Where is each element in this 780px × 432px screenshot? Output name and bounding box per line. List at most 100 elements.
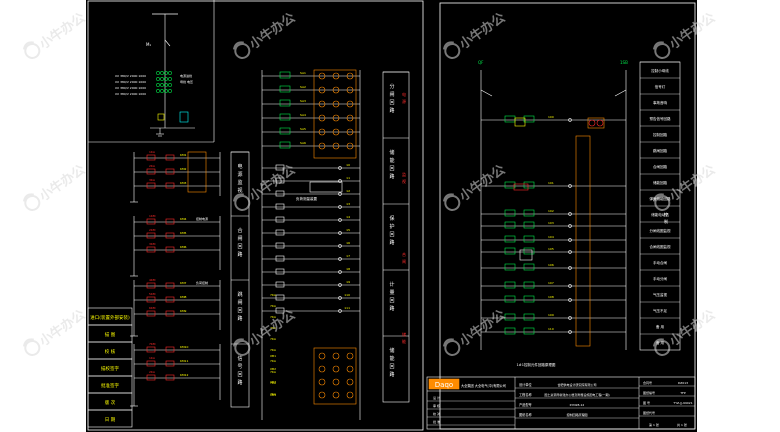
vertical-char: 量 bbox=[389, 289, 394, 296]
tb-field: 产品型号 bbox=[519, 402, 532, 407]
spec-line: XX 380/V 2000 1000 bbox=[115, 92, 146, 96]
terminal-number: 15 bbox=[346, 228, 350, 232]
cad-schematic-sheet: M₁ XX 380/V 2000 1000 XX 380/V 2000 1000 XX… bbox=[0, 0, 780, 432]
vertical-char: 回 bbox=[237, 308, 242, 314]
tb-right-value: DZ013 bbox=[678, 381, 688, 385]
vertical-char: 电 bbox=[237, 163, 242, 170]
title-row-text: 版 次 bbox=[105, 399, 116, 406]
terminal-number: 18 bbox=[346, 267, 350, 271]
left-terminal-tag: 7KA bbox=[270, 304, 277, 308]
vertical-char: 回 bbox=[389, 166, 394, 172]
vertical-char: 路 bbox=[389, 173, 394, 180]
vertical-char: 护 bbox=[389, 223, 394, 230]
left-terminal-tag: 7KA bbox=[270, 381, 277, 385]
vertical-char: 闸 bbox=[237, 299, 242, 306]
left-terminal-tag: 7KA bbox=[270, 293, 277, 297]
tb-field: 设计单位 bbox=[519, 382, 533, 387]
vertical-char: 能 bbox=[389, 355, 394, 362]
vertical-char: 闸 bbox=[237, 235, 242, 242]
coil-tag: KM10 bbox=[180, 345, 188, 349]
right-terminal-tag: 101 bbox=[548, 181, 554, 185]
vertical-char: 路 bbox=[389, 107, 394, 114]
legend-item: 预告信号回路 bbox=[650, 116, 671, 121]
terminal-number: 13 bbox=[346, 202, 350, 206]
coil-tag: KM2 bbox=[180, 167, 187, 171]
coil-tag: KM11 bbox=[180, 359, 188, 363]
tb-field: 工程名称 bbox=[519, 392, 533, 397]
tb-value: KYN28-12 bbox=[570, 403, 585, 407]
tb-right-field: 合同号 bbox=[643, 380, 652, 385]
vertical-char: 源 bbox=[402, 98, 406, 104]
vertical-char: 回 bbox=[237, 244, 242, 250]
coil-tag: KM3 bbox=[180, 181, 187, 185]
terminal-number: 16 bbox=[346, 241, 350, 245]
relay-tag: 3KA bbox=[149, 178, 156, 182]
legend-item: 分闸线圈监视 bbox=[650, 228, 671, 233]
legend-item: 跳闸回路 bbox=[653, 148, 667, 153]
terminal-tag: XB1 bbox=[270, 354, 276, 358]
tb-right-field: 图 号 bbox=[643, 400, 650, 405]
vertical-char: 储 bbox=[389, 149, 394, 156]
right-terminal-tag: 100 bbox=[548, 115, 554, 119]
right-terminal-tag: 105 bbox=[548, 247, 554, 251]
vertical-char: 控 bbox=[664, 211, 668, 217]
left-terminal-tag: 7KA bbox=[270, 348, 277, 352]
note-control-power: 控制电源 bbox=[196, 216, 208, 221]
vertical-char: 监 bbox=[402, 171, 406, 177]
vertical-char: 源 bbox=[237, 171, 242, 178]
contact-tag: SA1 bbox=[300, 71, 306, 75]
note-load-control: 负荷控制 bbox=[196, 280, 208, 285]
vertical-char: 闸 bbox=[402, 258, 406, 264]
contact-tag: SA4 bbox=[300, 113, 306, 117]
vertical-char: 保 bbox=[389, 215, 394, 222]
spec-line: XX 380/V 2000 1000 bbox=[115, 80, 146, 84]
tb-sign: 校 对 bbox=[433, 411, 440, 416]
vertical-char: 能 bbox=[389, 157, 394, 164]
tb-field: 图纸名称 bbox=[519, 412, 533, 417]
vertical-char: 分 bbox=[389, 83, 394, 90]
terminal-number: 11 bbox=[346, 176, 350, 180]
coil-tag: KM12 bbox=[180, 373, 188, 377]
right-terminal-tag: 103 bbox=[548, 221, 554, 225]
tb-right-field: 图纸代号 bbox=[643, 410, 655, 415]
vertical-char: 合 bbox=[402, 251, 406, 257]
terminal-number: 17 bbox=[346, 254, 350, 258]
tb-sign: 审 核 bbox=[433, 403, 440, 408]
vertical-char: 路 bbox=[237, 251, 242, 258]
tb-sign: 设 计 bbox=[433, 395, 440, 400]
relay-tag: 2KM bbox=[149, 228, 156, 232]
coil-tag: KM6 bbox=[180, 245, 187, 249]
vertical-char: 监 bbox=[237, 179, 242, 186]
vertical-char: 合 bbox=[237, 227, 242, 234]
title-row-text: 描 图 bbox=[105, 331, 116, 338]
tb-total: 共 1 张 bbox=[677, 422, 687, 427]
coil-tag: KM9 bbox=[180, 309, 187, 313]
legend-item: 事故音响 bbox=[653, 100, 667, 105]
vertical-char: 回 bbox=[389, 100, 394, 106]
vertical-char: 信 bbox=[237, 355, 242, 362]
vertical-char: 制 bbox=[664, 218, 668, 224]
side-note: 母线 电压 bbox=[180, 79, 193, 84]
contact-tag: SA3 bbox=[300, 99, 306, 103]
relay-tag: 6KM bbox=[149, 306, 156, 310]
coil-tag: KM7 bbox=[180, 281, 187, 285]
contact-tag: SA2 bbox=[300, 85, 306, 89]
legend-item: 合闸回路 bbox=[653, 164, 667, 169]
relay-tag: 5KM bbox=[149, 292, 156, 296]
vertical-char: 回 bbox=[389, 364, 394, 370]
coil-tag: KM4 bbox=[180, 217, 187, 221]
tb-value: 合肥供电设计研究院有限公司 bbox=[557, 382, 596, 387]
contact-tag: SA6 bbox=[300, 141, 306, 145]
top-tag: QF bbox=[478, 60, 484, 65]
tb-value: 控制回路原理图 bbox=[566, 412, 587, 417]
vertical-char: 路 bbox=[389, 371, 394, 378]
vertical-char: 计 bbox=[389, 281, 394, 288]
coil-tag: KM5 bbox=[180, 231, 187, 235]
legend-item: 储能回路 bbox=[653, 180, 667, 185]
legend-item: 合闸线圈监视 bbox=[650, 244, 671, 249]
right-terminal-tag: 110 bbox=[548, 327, 554, 331]
left-terminal-tag: 7KA bbox=[270, 370, 277, 374]
spec-line: XX 380/V 2000 1000 bbox=[115, 86, 146, 90]
terminal-number: 19 bbox=[346, 280, 350, 284]
right-terminal-tag: 102 bbox=[548, 209, 554, 213]
